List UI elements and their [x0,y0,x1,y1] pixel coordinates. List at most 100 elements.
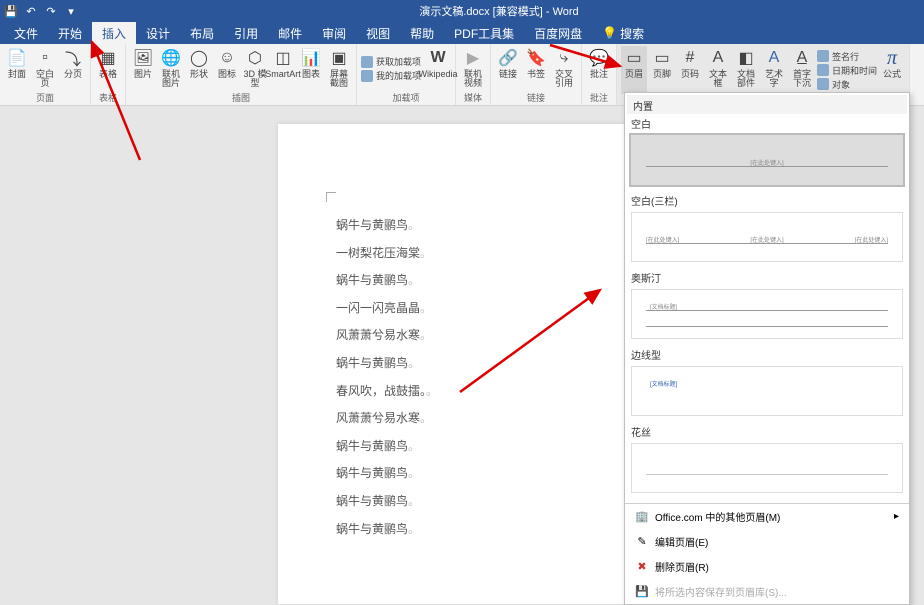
edit-icon: ✎ [635,535,649,549]
title-bar: 💾 ↶ ↷ ▾ 演示文稿.docx [兼容模式] - Word [0,0,924,22]
more-headers-office[interactable]: 🏢 Office.com 中的其他页眉(M) ▸ [625,504,909,529]
page-number-button[interactable]: #页码 [677,46,703,94]
quick-parts-button[interactable]: ◧文档部件 [733,46,759,94]
group-media-label: 媒体 [464,91,482,104]
gallery-item-blank-3col[interactable]: [在此处键入][在此处键入][在此处键入] [631,212,903,262]
gallery-item-label: 花丝 [627,422,907,441]
gallery-footer: 🏢 Office.com 中的其他页眉(M) ▸ ✎ 编辑页眉(E) ✖ 删除页… [625,503,909,604]
tab-help[interactable]: 帮助 [400,22,444,44]
tab-file[interactable]: 文件 [4,22,48,44]
ribbon-tabs: 文件 开始 插入 设计 布局 引用 邮件 审阅 视图 帮助 PDF工具集 百度网… [0,22,924,44]
search-icon: 💡 [602,26,617,40]
paragraph[interactable]: 蜗牛与黄鹂鸟 [336,212,600,240]
gallery-item-blank[interactable]: [在此处键入] [631,135,903,185]
smartart-button[interactable]: ◫SmartArt [270,46,296,91]
blank-page-button[interactable]: ▫空白页 [32,46,58,91]
qat-more-icon[interactable]: ▾ [64,4,78,18]
equation-button[interactable]: π公式 [879,46,905,94]
wikipedia-button[interactable]: WWikipedia [425,46,451,91]
remove-header[interactable]: ✖ 删除页眉(R) [625,554,909,579]
tab-references[interactable]: 引用 [224,22,268,44]
addins-icon [361,70,373,82]
save-gallery-icon: 💾 [635,585,649,599]
tab-view[interactable]: 视图 [356,22,400,44]
tab-baidu[interactable]: 百度网盘 [524,22,592,44]
store-icon [361,56,373,68]
get-addins-button[interactable]: 获取加载项 [361,55,423,69]
paragraph[interactable]: 风萧萧兮易水寒 [336,322,600,350]
tab-layout[interactable]: 布局 [180,22,224,44]
undo-icon[interactable]: ↶ [24,4,38,18]
gallery-item-label: 奥斯汀 [627,268,907,287]
gallery-scroll[interactable]: 内置 空白 [在此处键入] 空白(三栏) [在此处键入][在此处键入][在此处键… [625,93,909,503]
chart-button[interactable]: 📊图表 [298,46,324,91]
tab-review[interactable]: 审阅 [312,22,356,44]
tab-pdf[interactable]: PDF工具集 [444,22,524,44]
dropcap-button[interactable]: A̲首字下沉 [789,46,815,94]
group-links-label: 链接 [527,91,545,104]
header-gallery-dropdown: 内置 空白 [在此处键入] 空白(三栏) [在此处键入][在此处键入][在此处键… [624,92,910,605]
table-button[interactable]: ▦表格 [95,46,121,91]
paragraph[interactable]: 春风吹，战鼓擂。 [336,378,600,406]
footer-button[interactable]: ▭页脚 [649,46,675,94]
margin-marker [326,192,336,202]
paragraph[interactable]: 蜗牛与黄鹂鸟 [336,488,600,516]
tab-home[interactable]: 开始 [48,22,92,44]
comment-button[interactable]: 💬批注 [586,46,612,91]
group-addins-label: 加载项 [392,91,419,104]
page-break-button[interactable]: ⤵分页 [60,46,86,91]
gallery-item-label: 空白 [627,114,907,133]
document-page[interactable]: 蜗牛与黄鹂鸟 一树梨花压海棠 蜗牛与黄鹂鸟 一闪一闪亮晶晶 风萧萧兮易水寒 蜗牛… [278,124,658,604]
gallery-item-label: 空白(三栏) [627,191,907,210]
delete-icon: ✖ [635,560,649,574]
gallery-item-austin[interactable]: [文档标题] [631,289,903,339]
paragraph[interactable]: 蜗牛与黄鹂鸟 [336,516,600,544]
tab-design[interactable]: 设计 [136,22,180,44]
date-time-button[interactable]: 日期和时间 [817,63,879,77]
paragraph[interactable]: 蜗牛与黄鹂鸟 [336,433,600,461]
tab-mailings[interactable]: 邮件 [268,22,312,44]
online-pictures-button[interactable]: 🌐联机图片 [158,46,184,91]
cover-page-button[interactable]: 📄封面 [4,46,30,91]
wordart-button[interactable]: A艺术字 [761,46,787,94]
3d-models-button[interactable]: ⬡3D 模型 [242,46,268,91]
screenshot-button[interactable]: ▣屏幕截图 [326,46,352,91]
pictures-button[interactable]: 🖼图片 [130,46,156,91]
header-button[interactable]: ▭页眉 [621,46,647,94]
link-button[interactable]: 🔗链接 [495,46,521,91]
paragraph[interactable]: 一闪一闪亮晶晶 [336,295,600,323]
signature-icon [817,50,829,62]
object-icon [817,78,829,90]
cross-reference-button[interactable]: ⤷交叉引用 [551,46,577,91]
save-to-header-gallery: 💾 将所选内容保存到页眉库(S)... [625,579,909,604]
gallery-section-builtin: 内置 [627,95,907,114]
object-button[interactable]: 对象 [817,77,879,91]
textbox-button[interactable]: A文本框 [705,46,731,94]
tell-me-search[interactable]: 💡 搜索 [592,22,654,44]
save-icon[interactable]: 💾 [4,4,18,18]
gallery-item-label: 边线型 [627,345,907,364]
shapes-button[interactable]: ◯形状 [186,46,212,91]
bookmark-button[interactable]: 🔖书签 [523,46,549,91]
window-title: 演示文稿.docx [兼容模式] - Word [78,3,920,19]
group-comments-label: 批注 [590,91,608,104]
signature-line-button[interactable]: 签名行 [817,49,879,63]
my-addins-button[interactable]: 我的加载项 [361,69,423,83]
paragraph[interactable]: 一树梨花压海棠 [336,240,600,268]
group-pages-label: 页面 [36,91,54,104]
chevron-right-icon: ▸ [894,511,899,522]
online-video-button[interactable]: ▶联机视频 [460,46,486,91]
gallery-item-edge[interactable]: [文档标题] [631,366,903,416]
office-icon: 🏢 [635,510,649,524]
paragraph[interactable]: 风萧萧兮易水寒 [336,405,600,433]
redo-icon[interactable]: ↷ [44,4,58,18]
tab-insert[interactable]: 插入 [92,22,136,44]
calendar-icon [817,64,829,76]
edit-header[interactable]: ✎ 编辑页眉(E) [625,529,909,554]
paragraph[interactable]: 蜗牛与黄鹂鸟 [336,350,600,378]
gallery-item-lace[interactable] [631,443,903,493]
paragraph[interactable]: 蜗牛与黄鹂鸟 [336,460,600,488]
paragraph[interactable]: 蜗牛与黄鹂鸟 [336,267,600,295]
group-tables-label: 表格 [99,91,117,104]
icons-button[interactable]: ☺图标 [214,46,240,91]
